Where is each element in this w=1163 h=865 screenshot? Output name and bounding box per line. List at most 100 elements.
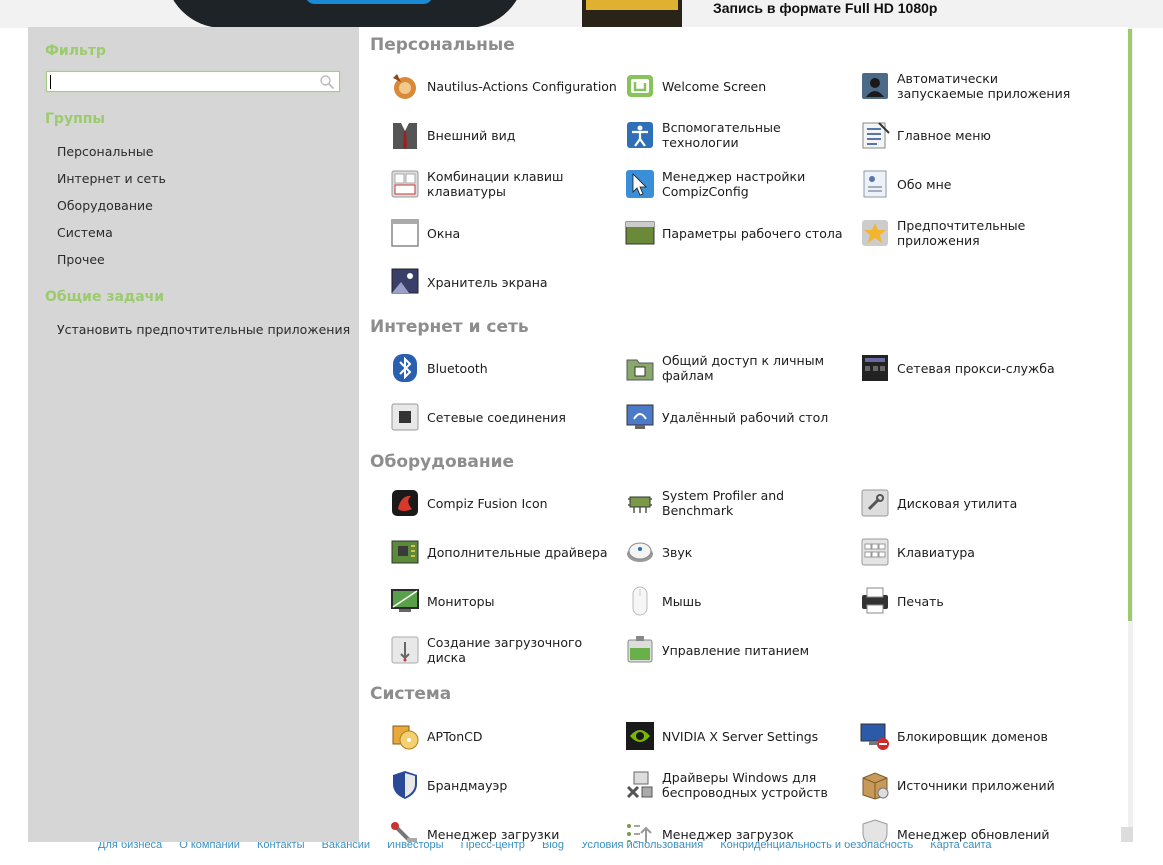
settings-item-label: Обо мне xyxy=(897,176,952,192)
settings-item[interactable]: Менеджер обновлений xyxy=(859,812,1089,842)
filter-input[interactable] xyxy=(46,71,340,92)
firewall-icon xyxy=(393,771,417,799)
settings-item[interactable]: Создание загрузочного диска xyxy=(389,628,619,672)
settings-item-label: Печать xyxy=(897,593,944,609)
sidebar: Фильтр Группы Персональные Интернет и се… xyxy=(28,27,359,842)
disk-utility-icon xyxy=(861,489,889,517)
settings-item[interactable]: Окна xyxy=(389,211,619,255)
settings-item[interactable]: Главное меню xyxy=(859,113,1089,157)
scrollbar-thumb[interactable] xyxy=(1128,29,1132,621)
compizconfig-icon xyxy=(626,170,654,198)
keyboard-shortcuts-icon xyxy=(391,170,419,198)
webcam-product-image xyxy=(165,0,525,28)
settings-item[interactable]: Менеджер загрузки xyxy=(389,812,619,842)
settings-item[interactable]: Менеджер настройки CompizConfig xyxy=(624,162,854,206)
network-connections-icon xyxy=(391,403,419,431)
settings-item-label: Предпочтительные приложения xyxy=(897,218,1026,248)
settings-item[interactable]: Предпочтительные приложения xyxy=(859,211,1089,255)
settings-item[interactable]: Сетевые соединения xyxy=(389,395,619,439)
settings-item-label: Звук xyxy=(662,544,693,560)
settings-item-label: Мониторы xyxy=(427,593,495,609)
settings-item-label: Compiz Fusion Icon xyxy=(427,495,548,511)
settings-item[interactable]: Общий доступ к личным файлам xyxy=(624,346,854,390)
boot-manager-icon xyxy=(391,822,417,842)
settings-item-label: Источники приложений xyxy=(897,777,1055,793)
resize-grip[interactable] xyxy=(1121,827,1133,842)
compiz-fusion-icon xyxy=(392,490,418,516)
accessibility-icon xyxy=(627,122,653,148)
settings-item-label: Внешний вид xyxy=(427,127,516,143)
settings-item-label: Менеджер загрузок xyxy=(662,826,794,842)
nautilus-actions-icon xyxy=(393,74,416,99)
additional-drivers-icon xyxy=(391,540,419,564)
settings-item[interactable]: System Profiler and Benchmark xyxy=(624,481,854,525)
settings-item[interactable]: Compiz Fusion Icon xyxy=(389,481,619,525)
settings-item[interactable]: Управление питанием xyxy=(624,628,854,672)
settings-item[interactable]: Хранитель экрана xyxy=(389,260,619,304)
sound-icon xyxy=(627,542,653,562)
settings-item-label: Управление питанием xyxy=(662,642,810,658)
settings-item[interactable]: Сетевая прокси-служба xyxy=(859,346,1089,390)
settings-item-label: Менеджер обновлений xyxy=(897,826,1050,842)
settings-item-label: Nautilus-Actions Configuration xyxy=(427,78,617,94)
settings-item[interactable]: Nautilus-Actions Configuration xyxy=(389,64,619,108)
settings-item[interactable]: Bluetooth xyxy=(389,346,619,390)
settings-item-label: Сетевая прокси-служба xyxy=(897,360,1055,376)
update-manager-icon xyxy=(862,819,888,842)
task-item-preferred-apps[interactable]: Установить предпочтительные приложения xyxy=(57,322,350,337)
search-icon[interactable] xyxy=(319,74,335,90)
settings-item[interactable]: Мониторы xyxy=(389,579,619,623)
monitors-icon xyxy=(391,589,419,612)
settings-item[interactable]: Дисковая утилита xyxy=(859,481,1089,525)
settings-item-label: APTonCD xyxy=(427,728,483,744)
settings-item-label: Хранитель экрана xyxy=(427,274,548,290)
settings-item[interactable]: Комбинации клавиш клавиатуры xyxy=(389,162,619,206)
settings-item[interactable]: Печать xyxy=(859,579,1089,623)
settings-item[interactable]: Брандмауэр xyxy=(389,763,619,807)
settings-item-label: Драйверы Windows для беспроводных устрой… xyxy=(662,770,828,800)
filter-heading: Фильтр xyxy=(45,43,106,59)
settings-item-label: Параметры рабочего стола xyxy=(662,225,843,241)
group-item-personal[interactable]: Персональные xyxy=(57,144,153,159)
settings-item[interactable]: Дополнительные драйвера xyxy=(389,530,619,574)
settings-item-label: Комбинации клавиш клавиатуры xyxy=(427,169,564,199)
settings-item[interactable]: Удалённый рабочий стол xyxy=(624,395,854,439)
settings-item[interactable]: NVIDIA X Server Settings xyxy=(624,714,854,758)
settings-item-label: Блокировщик доменов xyxy=(897,728,1048,744)
group-item-system[interactable]: Система xyxy=(57,225,113,240)
settings-item[interactable]: Драйверы Windows для беспроводных устрой… xyxy=(624,763,854,807)
group-item-internet[interactable]: Интернет и сеть xyxy=(57,171,166,186)
settings-item[interactable]: Автоматически запускаемые приложения xyxy=(859,64,1089,108)
network-proxy-icon xyxy=(862,355,888,381)
domain-blocker-icon xyxy=(860,723,889,750)
section-title-system: Система xyxy=(370,684,452,704)
settings-item[interactable]: Источники приложений xyxy=(859,763,1089,807)
settings-item-label: Автоматически запускаемые приложения xyxy=(897,71,1071,101)
settings-item[interactable]: Обо мне xyxy=(859,162,1089,206)
full-hd-badge-image xyxy=(582,0,682,28)
section-title-hardware: Оборудование xyxy=(370,452,515,472)
settings-item[interactable]: Параметры рабочего стола xyxy=(624,211,854,255)
preferred-apps-icon xyxy=(862,220,888,246)
settings-item[interactable]: Мышь xyxy=(624,579,854,623)
settings-item[interactable]: Вспомогательные технологии xyxy=(624,113,854,157)
control-center-window: Фильтр Группы Персональные Интернет и се… xyxy=(28,27,1133,842)
settings-item[interactable]: Внешний вид xyxy=(389,113,619,157)
startup-apps-icon xyxy=(862,73,888,99)
section-title-personal: Персональные xyxy=(370,35,515,55)
settings-panel: Персональные Nautilus-Actions Configurat… xyxy=(359,27,1131,842)
settings-item-label: Менеджер загрузки xyxy=(427,826,560,842)
startup-disk-icon xyxy=(391,636,419,664)
software-sources-icon xyxy=(862,772,889,800)
settings-item[interactable]: Блокировщик доменов xyxy=(859,714,1089,758)
settings-item[interactable]: Welcome Screen xyxy=(624,64,854,108)
group-item-hardware[interactable]: Оборудование xyxy=(57,198,153,213)
settings-item[interactable]: APTonCD xyxy=(389,714,619,758)
settings-item[interactable]: Клавиатура xyxy=(859,530,1089,574)
settings-item[interactable]: Менеджер загрузок xyxy=(624,812,854,842)
settings-item-label: Окна xyxy=(427,225,461,241)
group-item-other[interactable]: Прочее xyxy=(57,252,105,267)
settings-item[interactable]: Звук xyxy=(624,530,854,574)
text-cursor xyxy=(50,75,51,89)
keyboard-icon xyxy=(861,538,889,566)
